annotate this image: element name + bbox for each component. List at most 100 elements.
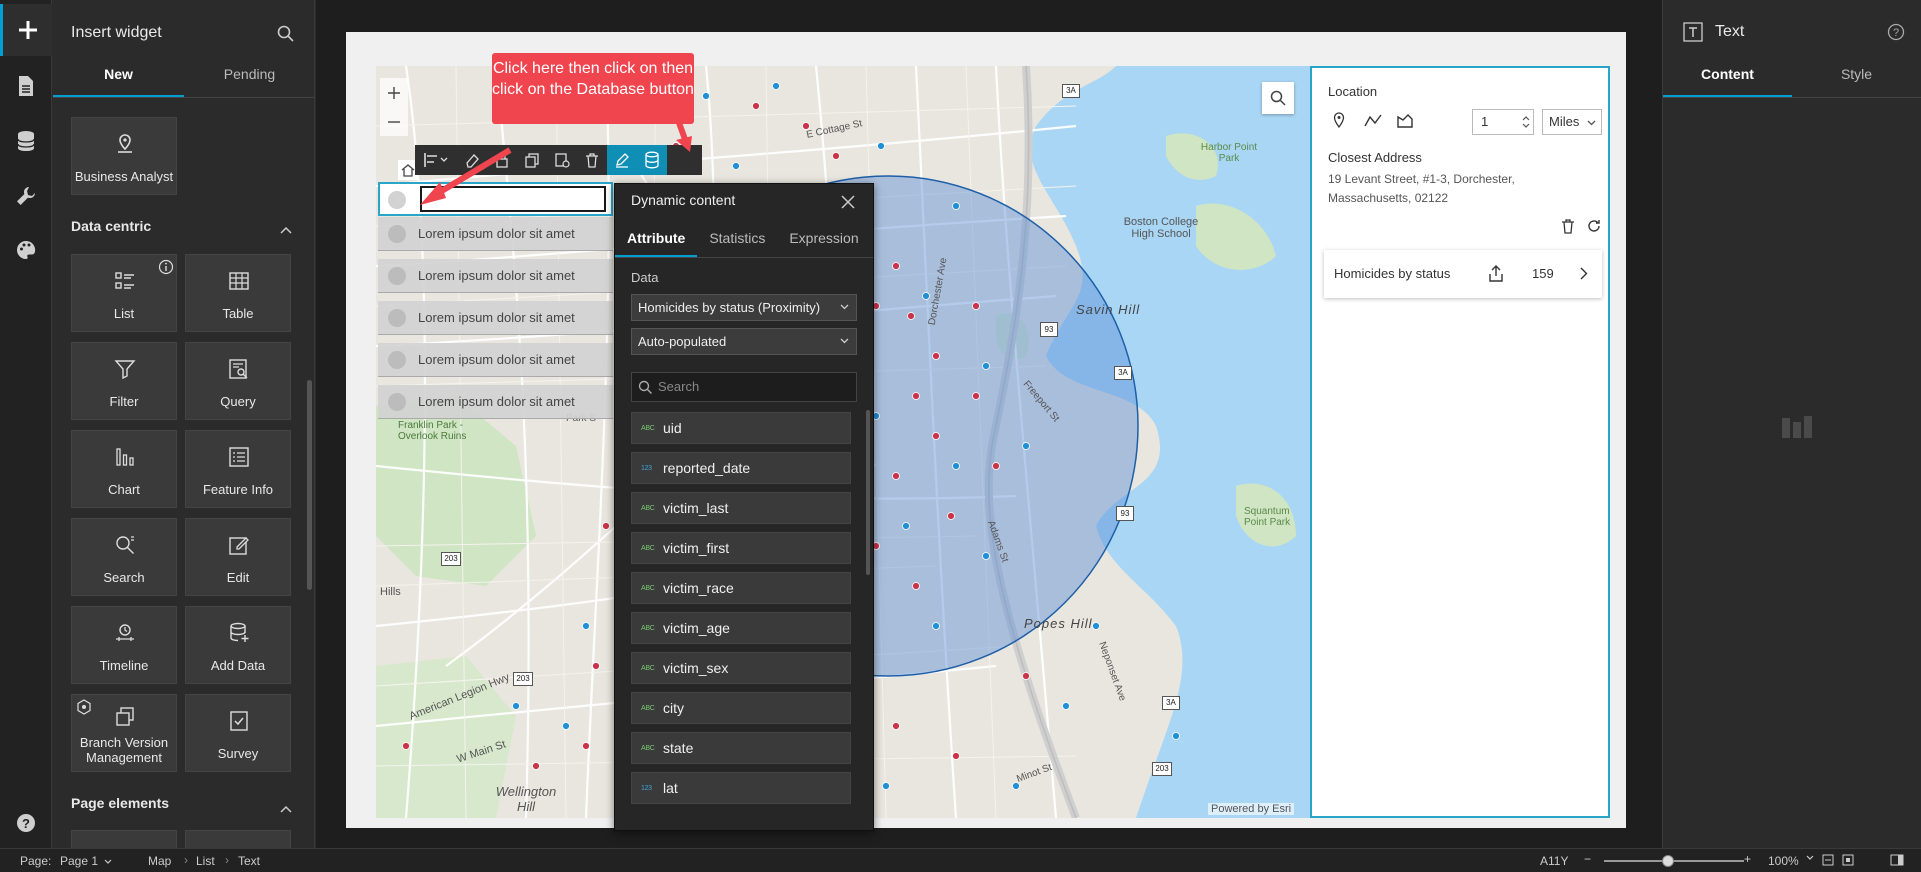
breadcrumb-item[interactable]: Text (238, 854, 260, 868)
page-select[interactable]: Page 1 (60, 854, 112, 868)
zoom-slider-handle[interactable] (1662, 855, 1674, 867)
widget-table[interactable]: Table (185, 254, 291, 332)
refresh-icon[interactable] (1586, 218, 1602, 234)
list-item-text: Lorem ipsum dolor sit amet (418, 268, 575, 283)
chevron-up-icon[interactable] (280, 805, 292, 813)
field-item[interactable]: ABC victim_last (631, 492, 851, 524)
panel-toggle-icon[interactable] (1890, 854, 1904, 866)
widget-label: Edit (226, 570, 250, 585)
widget-page-element[interactable] (71, 830, 177, 848)
field-name: victim_race (663, 580, 734, 596)
zoom-out-button[interactable] (380, 107, 408, 136)
stepper-icon[interactable] (1521, 114, 1531, 130)
widget-survey[interactable]: Survey (185, 694, 291, 772)
field-item[interactable]: 123 lat (631, 772, 851, 804)
field-search-input[interactable]: Search (631, 372, 857, 402)
accessibility-check[interactable]: A11Y (1540, 854, 1568, 868)
database-icon[interactable] (0, 115, 52, 167)
list-item[interactable]: Lorem ipsum dolor sit amet (378, 385, 613, 419)
line-icon[interactable] (1364, 113, 1382, 129)
field-item[interactable]: ABC state (631, 732, 851, 764)
field-item[interactable]: ABC uid (631, 412, 851, 444)
fit-page-icon[interactable] (1842, 854, 1854, 866)
chevron-right-icon[interactable] (1580, 267, 1588, 280)
esri-attribution[interactable]: Powered by Esri (1208, 803, 1295, 815)
point-icon[interactable] (1332, 112, 1346, 128)
field-item[interactable]: ABC victim_race (631, 572, 851, 604)
widget-label: Query (220, 394, 256, 409)
result-layer-row[interactable]: Homicides by status 159 (1324, 250, 1602, 298)
svg-text:?: ? (1893, 27, 1899, 39)
list-item[interactable]: Lorem ipsum dolor sit amet (378, 343, 613, 377)
widget-timeline[interactable]: Timeline (71, 606, 177, 684)
search-icon[interactable] (277, 25, 294, 42)
zoom-in-button[interactable]: + (1744, 852, 1751, 866)
tab-content[interactable]: Content (1663, 56, 1792, 97)
palette-icon[interactable] (0, 224, 52, 276)
field-item[interactable]: ABC victim_sex (631, 652, 851, 684)
table-icon (229, 272, 249, 290)
field-name: city (663, 700, 684, 716)
tab-statistics[interactable]: Statistics (697, 222, 777, 257)
widget-feature-info[interactable]: Feature Info (185, 430, 291, 508)
near-me-widget: Location 1 Miles Closest Address 19 Leva… (1310, 66, 1610, 818)
widget-add-data[interactable]: Add Data (185, 606, 291, 684)
export-icon[interactable] (1488, 265, 1504, 282)
zoom-in-button[interactable] (380, 78, 408, 107)
list-item[interactable]: Lorem ipsum dolor sit amet (378, 217, 613, 251)
widget-business-analyst[interactable]: Business Analyst (71, 117, 177, 195)
page-icon[interactable] (0, 60, 52, 112)
zoom-slider-track[interactable] (1604, 860, 1744, 862)
plus-icon[interactable] (0, 4, 52, 56)
panel-title: Dynamic content (631, 192, 736, 208)
chevron-down-icon[interactable] (1806, 855, 1814, 860)
breadcrumb-separator: › (184, 853, 188, 867)
widget-edit[interactable]: Edit (185, 518, 291, 596)
field-item[interactable]: ABC victim_age (631, 612, 851, 644)
list-item[interactable]: Lorem ipsum dolor sit amet (378, 259, 613, 293)
tab-pending[interactable]: Pending (184, 56, 314, 97)
list-item-text: Lorem ipsum dolor sit amet (418, 310, 575, 325)
field-item[interactable]: ABC victim_first (631, 532, 851, 564)
zoom-out-button[interactable]: − (1584, 852, 1591, 866)
tab-attribute[interactable]: Attribute (615, 222, 698, 257)
help-icon[interactable]: ? (1887, 23, 1905, 41)
list-item[interactable]: Lorem ipsum dolor sit amet (378, 301, 613, 335)
close-icon[interactable] (840, 194, 856, 210)
field-type-badge: ABC (641, 504, 655, 512)
widget-query[interactable]: Query (185, 342, 291, 420)
polygon-icon[interactable] (1396, 113, 1414, 129)
widget-chart[interactable]: Chart (71, 430, 177, 508)
scrollbar[interactable] (866, 410, 870, 575)
result-count: 159 (1532, 266, 1554, 281)
data-source-select[interactable]: Homicides by status (Proximity) (631, 294, 857, 321)
field-type-badge: ABC (641, 624, 655, 632)
breadcrumb-item[interactable]: Map (148, 854, 171, 868)
chevron-up-icon[interactable] (280, 226, 292, 234)
breadcrumb-item[interactable]: List (196, 854, 215, 868)
scrollbar[interactable] (307, 380, 312, 590)
breadcrumb-separator: › (225, 853, 229, 867)
info-icon[interactable] (158, 259, 174, 275)
tab-expression[interactable]: Expression (777, 222, 870, 257)
widget-filter[interactable]: Filter (71, 342, 177, 420)
tab-style[interactable]: Style (1792, 56, 1921, 97)
field-item[interactable]: 123 reported_date (631, 452, 851, 484)
tab-new[interactable]: New (53, 56, 184, 97)
mode-select[interactable]: Auto-populated (631, 328, 857, 355)
widget-search[interactable]: Search (71, 518, 177, 596)
trash-icon[interactable] (1560, 218, 1576, 234)
widget-list[interactable]: List (71, 254, 177, 332)
field-name: victim_sex (663, 660, 729, 676)
widget-page-element[interactable] (185, 830, 291, 848)
widget-label: Feature Info (202, 482, 274, 497)
help-icon[interactable]: ? (0, 797, 52, 849)
map-search-button[interactable] (1262, 82, 1294, 114)
wrench-icon[interactable] (0, 170, 52, 222)
unit-select[interactable]: Miles (1542, 109, 1602, 135)
field-item[interactable]: ABC city (631, 692, 851, 724)
widget-branch-version[interactable]: Branch Version Management (71, 694, 177, 772)
avatar (388, 350, 406, 369)
fit-width-icon[interactable] (1822, 854, 1834, 866)
distance-input[interactable]: 1 (1472, 109, 1534, 135)
